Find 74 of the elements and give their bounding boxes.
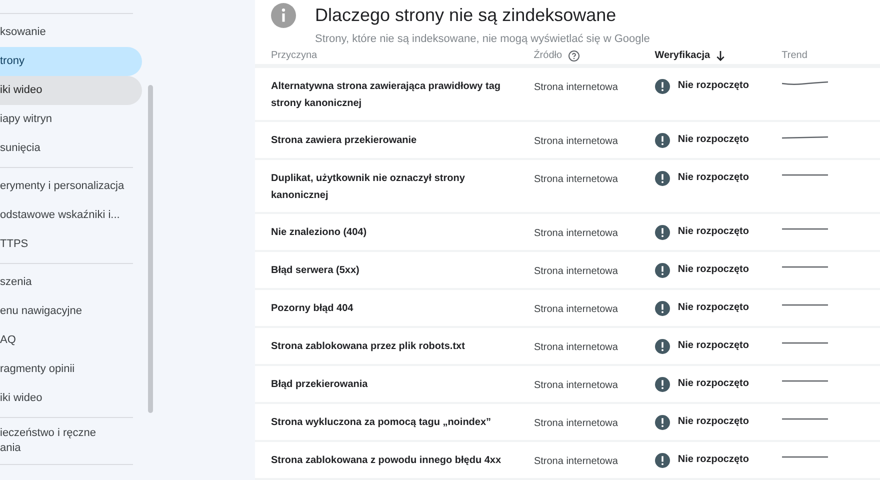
nav-item[interactable]: iki wideo: [0, 76, 142, 105]
reason-text: Strona wykluczona za pomocą tagu „noindex”: [271, 416, 492, 430]
column-header[interactable]: Weryfikacja: [654, 48, 710, 64]
trend-sparkline: [782, 417, 829, 422]
source-text: Strona internetowa: [534, 456, 618, 467]
status-text: Nie rozpoczęto: [678, 171, 749, 185]
source-text: Strona internetowa: [534, 418, 618, 429]
trend-sparkline: [782, 81, 829, 86]
warning-icon: [654, 132, 670, 148]
trend-sparkline: [782, 341, 829, 346]
nav-item[interactable]: szenia: [0, 268, 142, 297]
source-text: Strona internetowa: [534, 174, 618, 185]
reason-text: Nie znaleziono (404): [271, 226, 368, 240]
nav-item[interactable]: TTPS: [0, 230, 142, 259]
card-subtitle: Strony, które nie są indeksowane, nie mogą wyświetlać się w Google: [315, 32, 650, 47]
reason-text: Strona zablokowana z powodu innego błędu 4xx: [271, 454, 502, 468]
trend-sparkline: [782, 265, 829, 270]
trend-sparkline: [782, 135, 829, 140]
status-text: Nie rozpoczęto: [678, 133, 749, 147]
reason-text: Strona zawiera przekierowanie: [271, 134, 418, 148]
arrow-down-icon[interactable]: [716, 50, 726, 61]
reason-text: Pozorny błąd 404: [271, 302, 354, 316]
status-text: Nie rozpoczęto: [678, 453, 749, 467]
nav-item[interactable]: odstawowe wskaźniki i...: [0, 201, 142, 230]
nav-item[interactable]: AQ: [0, 326, 142, 355]
info-icon: [271, 3, 296, 28]
trend-sparkline: [782, 227, 829, 232]
reason-text: Alternatywna strona zawierająca prawidłowy tag strony kanonicznej: [271, 80, 502, 111]
status-text: Nie rozpoczęto: [678, 415, 749, 429]
column-header[interactable]: Trend: [782, 48, 808, 64]
nav-item[interactable]: iki wideo: [0, 384, 142, 413]
reason-text: Strona zablokowana przez plik robots.txt: [271, 340, 466, 354]
warning-icon: [654, 376, 670, 392]
status-text: Nie rozpoczęto: [678, 339, 749, 353]
help-icon[interactable]: [568, 50, 580, 62]
nav-item[interactable]: ksowanie: [0, 18, 142, 47]
nav-item[interactable]: erymenty i personalizacja: [0, 172, 142, 201]
nav-item[interactable]: enu nawigacyjne: [0, 297, 142, 326]
source-text: Strona internetowa: [534, 82, 618, 93]
status-text: Nie rozpoczęto: [678, 225, 749, 239]
column-header[interactable]: Przyczyna: [271, 48, 318, 64]
reason-text: Duplikat, użytkownik nie oznaczył strony kanonicznej: [271, 172, 466, 203]
nav-item[interactable]: iapy witryn: [0, 105, 142, 134]
status-text: Nie rozpoczęto: [678, 263, 749, 277]
trend-sparkline: [782, 303, 829, 308]
status-text: Nie rozpoczęto: [678, 79, 749, 93]
source-text: Strona internetowa: [534, 304, 618, 315]
column-header[interactable]: Źródło: [534, 48, 562, 64]
reason-text: Błąd przekierowania: [271, 378, 369, 392]
nav-item[interactable]: ieczeństwo i ręczne ania: [0, 422, 142, 460]
trend-sparkline: [782, 173, 829, 178]
scrollbar[interactable]: [148, 85, 153, 413]
status-text: Nie rozpoczęto: [678, 377, 749, 391]
warning-icon: [654, 78, 670, 94]
warning-icon: [654, 170, 670, 186]
warning-icon: [654, 300, 670, 316]
card-title: Dlaczego strony nie są zindeksowane: [315, 4, 618, 26]
source-text: Strona internetowa: [534, 342, 618, 353]
warning-icon: [654, 262, 670, 278]
trend-sparkline: [782, 455, 829, 460]
warning-icon: [654, 224, 670, 240]
warning-icon: [654, 452, 670, 468]
trend-sparkline: [782, 379, 829, 384]
nav-item[interactable]: ragmenty opinii: [0, 355, 142, 384]
source-text: Strona internetowa: [534, 380, 618, 391]
nav-item[interactable]: sunięcia: [0, 134, 142, 163]
status-text: Nie rozpoczęto: [678, 301, 749, 315]
warning-icon: [654, 338, 670, 354]
warning-icon: [654, 414, 670, 430]
nav-item[interactable]: trony: [0, 47, 142, 76]
reason-text: Błąd serwera (5xx): [271, 264, 360, 278]
source-text: Strona internetowa: [534, 266, 618, 277]
source-text: Strona internetowa: [534, 228, 618, 239]
source-text: Strona internetowa: [534, 136, 618, 147]
